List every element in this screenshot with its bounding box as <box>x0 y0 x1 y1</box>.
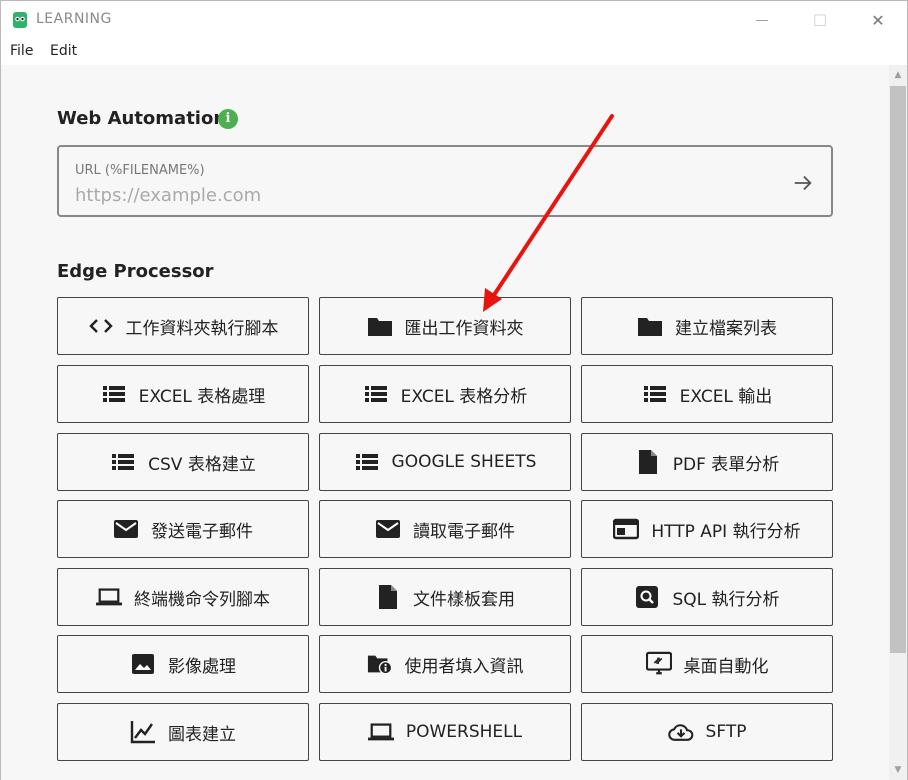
laptop-icon <box>367 720 394 744</box>
edge-processor-tile-label: 終端機命令列腳本 <box>134 589 270 610</box>
scroll-down-icon[interactable]: ▼ <box>889 760 907 780</box>
edge-processor-tile[interactable]: 建立檔案列表 <box>581 297 833 355</box>
edge-processor-tile-label: 使用者填入資訊 <box>404 656 524 677</box>
info-icon[interactable]: i <box>218 109 238 129</box>
edge-processor-tile[interactable]: GOOGLE SHEETS <box>319 433 571 491</box>
menu-file[interactable]: File <box>10 43 33 59</box>
remote-desktop-icon <box>645 651 672 676</box>
web-window-icon <box>613 517 640 541</box>
edge-processor-tile[interactable]: 圖表建立 <box>57 703 309 761</box>
edge-processor-tile[interactable]: EXCEL 表格分析 <box>319 365 571 423</box>
edge-processor-title: Edge Processor <box>57 261 214 282</box>
edge-processor-tile-label: SFTP <box>705 722 747 742</box>
edge-processor-tile-label: 文件樣板套用 <box>413 589 515 610</box>
edge-processor-tile[interactable]: SQL 執行分析 <box>581 568 833 626</box>
edge-processor-tile-label: 圖表建立 <box>168 724 236 745</box>
list-icon <box>642 382 668 406</box>
edge-processor-tile[interactable]: 終端機命令列腳本 <box>57 568 309 626</box>
edge-processor-tile[interactable]: POWERSHELL <box>319 703 571 761</box>
mail-icon <box>375 517 401 541</box>
url-input[interactable] <box>75 183 755 207</box>
arrow-right-icon <box>794 175 812 191</box>
edge-processor-tile-label: 影像處理 <box>168 656 236 677</box>
document-icon <box>635 450 661 474</box>
edge-processor-tile-label: 讀取電子郵件 <box>413 521 515 542</box>
edge-processor-tile-label: POWERSHELL <box>405 722 523 742</box>
url-field-label: URL (%FILENAME%) <box>75 163 205 178</box>
edge-processor-tile[interactable]: CSV 表格建立 <box>57 433 309 491</box>
list-icon <box>363 382 389 406</box>
edge-processor-tile-label: 桌面自動化 <box>683 656 769 677</box>
web-automation-title: Web Automation <box>57 108 227 129</box>
app-logo-icon <box>13 12 27 28</box>
menu-edit[interactable]: Edit <box>50 43 77 59</box>
edge-processor-tile[interactable]: 發送電子郵件 <box>57 500 309 558</box>
edge-processor-tile[interactable]: 讀取電子郵件 <box>319 500 571 558</box>
title-bar[interactable]: LEARNING — ☐ ✕ <box>1 1 907 39</box>
list-icon <box>354 450 380 474</box>
edge-processor-tile-label: GOOGLE SHEETS <box>391 452 537 472</box>
edge-processor-tile[interactable]: 桌面自動化 <box>581 635 833 693</box>
close-button[interactable]: ✕ <box>855 1 901 39</box>
edge-processor-tile[interactable]: 工作資料夾執行腳本 <box>57 297 309 355</box>
edge-processor-tile-label: SQL 執行分析 <box>672 589 780 610</box>
edge-processor-tile[interactable]: 影像處理 <box>57 635 309 693</box>
app-window: LEARNING — ☐ ✕ File Edit Web Automation … <box>0 0 908 780</box>
list-icon <box>110 450 136 474</box>
vertical-scrollbar[interactable]: ▲ ▼ <box>889 65 907 780</box>
edge-processor-tile-label: CSV 表格建立 <box>148 454 256 475</box>
edge-processor-tile-label: EXCEL 表格處理 <box>138 386 266 407</box>
scroll-thumb[interactable] <box>890 86 906 653</box>
main-content: Web Automation i URL (%FILENAME%) Edge P… <box>1 65 889 780</box>
search-box-icon <box>634 585 660 609</box>
image-icon <box>130 652 156 676</box>
go-button[interactable] <box>789 169 817 197</box>
edge-processor-tile-label: HTTP API 執行分析 <box>651 521 801 542</box>
line-chart-icon <box>130 720 156 744</box>
close-icon: ✕ <box>871 10 885 30</box>
edge-processor-tile[interactable]: 匯出工作資料夾 <box>319 297 571 355</box>
edge-processor-tile-label: 工作資料夾執行腳本 <box>125 318 279 339</box>
edge-processor-tile-label: PDF 表單分析 <box>672 454 780 475</box>
edge-processor-tile-label: 建立檔案列表 <box>675 318 777 339</box>
edge-processor-tile-label: EXCEL 表格分析 <box>400 386 528 407</box>
list-icon <box>101 382 127 406</box>
code-icon <box>88 314 114 338</box>
edge-processor-tile[interactable]: HTTP API 執行分析 <box>581 500 833 558</box>
edge-processor-tile[interactable]: SFTP <box>581 703 833 761</box>
laptop-icon <box>96 585 122 609</box>
edge-processor-tile[interactable]: 文件樣板套用 <box>319 568 571 626</box>
scroll-up-icon[interactable]: ▲ <box>889 65 907 85</box>
folder-icon <box>367 314 393 338</box>
url-field[interactable]: URL (%FILENAME%) <box>57 145 833 217</box>
folder-info-icon <box>367 652 393 676</box>
edge-processor-tile[interactable]: EXCEL 輸出 <box>581 365 833 423</box>
maximize-button[interactable]: ☐ <box>797 1 843 39</box>
minimize-button[interactable]: — <box>739 1 785 39</box>
edge-processor-tile-label: 匯出工作資料夾 <box>404 318 524 339</box>
minimize-icon: — <box>755 12 769 28</box>
edge-processor-tile[interactable]: 使用者填入資訊 <box>319 635 571 693</box>
folder-icon <box>637 314 663 338</box>
document-icon <box>375 585 401 609</box>
mail-icon <box>113 517 139 541</box>
edge-processor-tile[interactable]: PDF 表單分析 <box>581 433 833 491</box>
cloud-download-icon <box>667 720 694 744</box>
window-title: LEARNING <box>36 11 112 27</box>
edge-processor-tile-label: 發送電子郵件 <box>151 521 253 542</box>
edge-processor-tile[interactable]: EXCEL 表格處理 <box>57 365 309 423</box>
menu-bar: File Edit <box>1 39 907 65</box>
maximize-icon: ☐ <box>812 10 828 30</box>
edge-processor-tile-label: EXCEL 輸出 <box>679 386 773 407</box>
